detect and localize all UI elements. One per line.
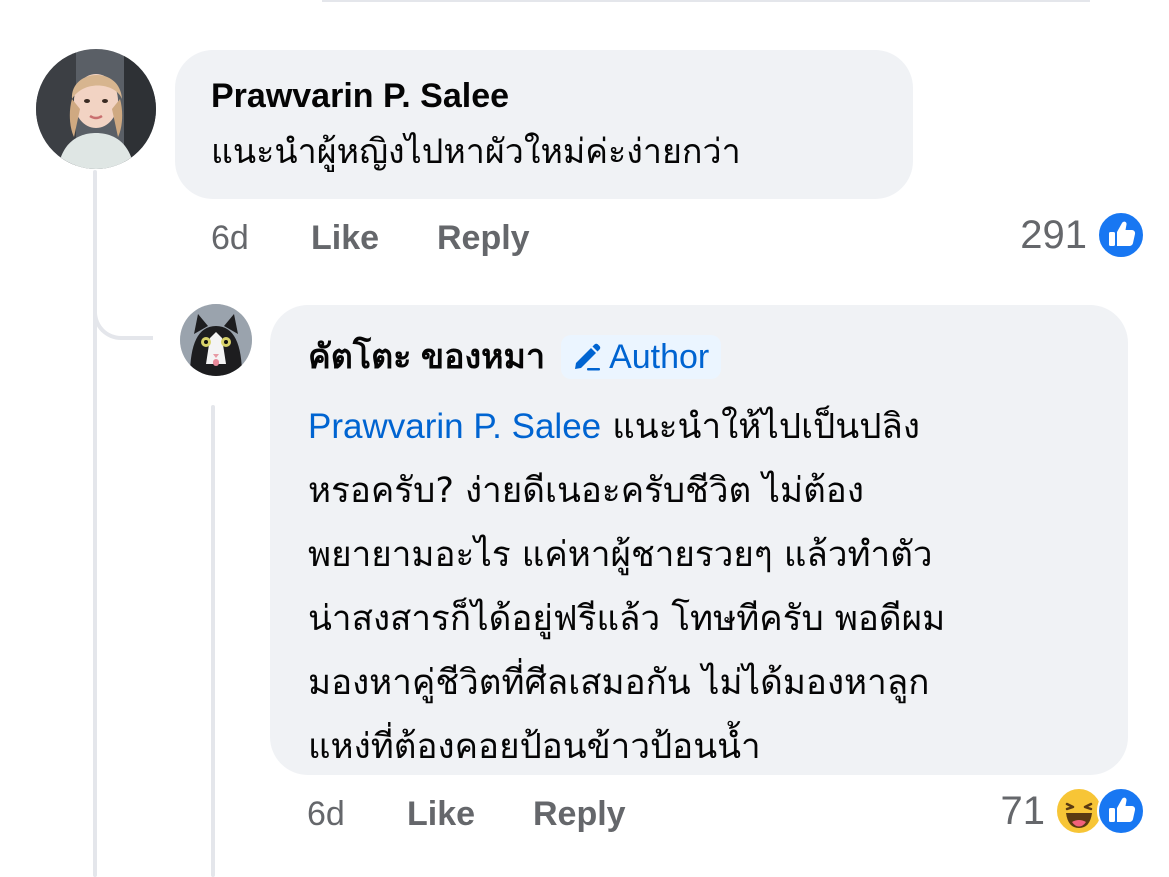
reply-timestamp[interactable]: 6d [307, 795, 407, 834]
reply-button[interactable]: Reply [437, 219, 530, 258]
reply-author[interactable]: คัตโตะ ของหมา [308, 335, 545, 379]
like-button[interactable]: Like [407, 795, 533, 834]
reply-text: Prawvarin P. Salee แนะนำให้ไปเป็นปลิง หร… [308, 395, 1090, 779]
reaction-summary[interactable]: 71 [1000, 786, 1145, 836]
avatar[interactable] [180, 304, 252, 376]
mention-link[interactable]: Prawvarin P. Salee [308, 407, 601, 446]
author-badge-label: Author [609, 338, 710, 376]
comment-thread: Prawvarin P. Salee แนะนำผู้หญิงไปหาผัวให… [0, 0, 1169, 877]
reaction-count: 291 [1020, 212, 1087, 257]
avatar[interactable] [36, 49, 156, 169]
author-badge: Author [561, 335, 722, 379]
reply-header: คัตโตะ ของหมา Author [308, 335, 1090, 379]
reply-button[interactable]: Reply [533, 795, 626, 834]
reply-line: แหง่ที่ต้องคอยป้อนข้าวป้อนน้ำ [308, 727, 761, 767]
reply-line: มองหาคู่ชีวิตที่ศีลเสมอกัน ไม่ได้มองหาลู… [308, 663, 930, 703]
reply-actions: 6d Like Reply [307, 792, 626, 836]
thread-line [93, 170, 97, 877]
comment-actions: 6d Like Reply [211, 216, 530, 260]
reply-line: พยายามอะไร แค่หาผู้ชายรวยๆ แล้วทำตัว [308, 535, 933, 575]
reply-bubble: คัตโตะ ของหมา Author Prawvarin P. Salee … [270, 305, 1128, 775]
reply-line-text: แนะนำให้ไปเป็นปลิง [601, 407, 920, 447]
haha-icon [1055, 787, 1103, 835]
pencil-icon [575, 343, 601, 371]
reply-line: น่าสงสารก็ได้อยู่ฟรีแล้ว โทษทีครับ พอดีผ… [308, 599, 946, 639]
reply-connector [93, 280, 153, 340]
comment-text: แนะนำผู้หญิงไปหาผัวใหม่ค่ะง่ายกว่า [211, 132, 741, 172]
divider [322, 0, 1090, 2]
like-icon [1097, 787, 1145, 835]
like-icon [1097, 211, 1145, 259]
profile-photo [36, 49, 156, 169]
comment-bubble: Prawvarin P. Salee แนะนำผู้หญิงไปหาผัวให… [175, 50, 913, 199]
reaction-summary[interactable]: 291 [1020, 210, 1145, 260]
comment-timestamp[interactable]: 6d [211, 219, 311, 258]
thread-line [211, 405, 215, 877]
reply-line: หรอครับ? ง่ายดีเนอะครับชีวิต ไม่ต้อง [308, 471, 864, 511]
reply-line: Prawvarin P. Salee แนะนำให้ไปเป็นปลิง [308, 395, 1090, 459]
comment-author[interactable]: Prawvarin P. Salee [211, 74, 877, 118]
like-button[interactable]: Like [311, 219, 437, 258]
reaction-count: 71 [1000, 788, 1046, 833]
profile-photo [180, 304, 252, 376]
